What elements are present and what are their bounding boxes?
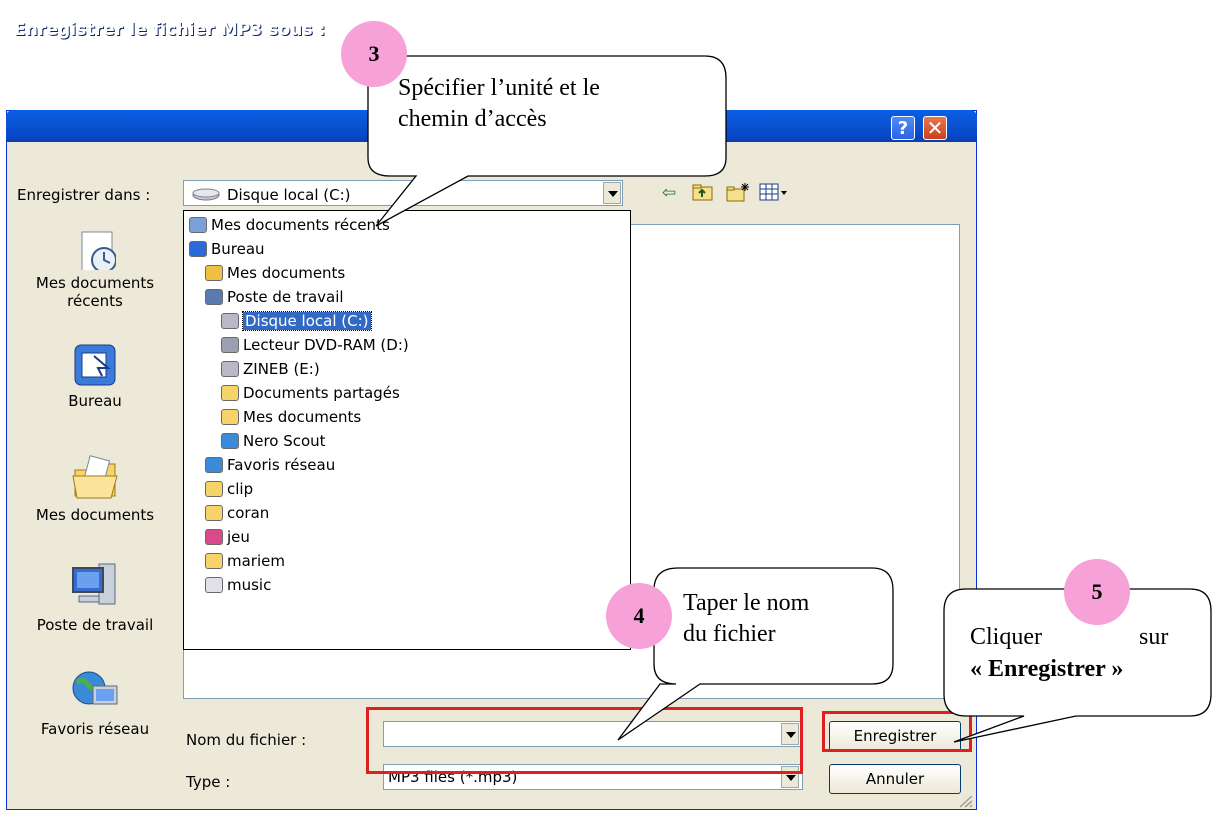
callout-5-line-2: sur (1139, 624, 1169, 650)
callout-3-text: Spécifier l’unité et le chemin d’accès (398, 73, 718, 135)
callout-3-line-2: chemin d’accès (398, 106, 547, 132)
callout-4-line-2: du fichier (683, 621, 776, 647)
callout-3-line-1: Spécifier l’unité et le (398, 75, 600, 101)
callout-4-line-1: Taper le nom (683, 590, 810, 616)
callout-5-line-1: Cliquer (970, 624, 1042, 650)
step-badge-4: 4 (606, 583, 672, 649)
step-badge-5: 5 (1064, 559, 1130, 625)
callout-4-text: Taper le nom du fichier (683, 588, 883, 650)
callout-5-bold-line: « Enregistrer » (970, 656, 1124, 682)
step-badge-3: 3 (341, 21, 407, 87)
